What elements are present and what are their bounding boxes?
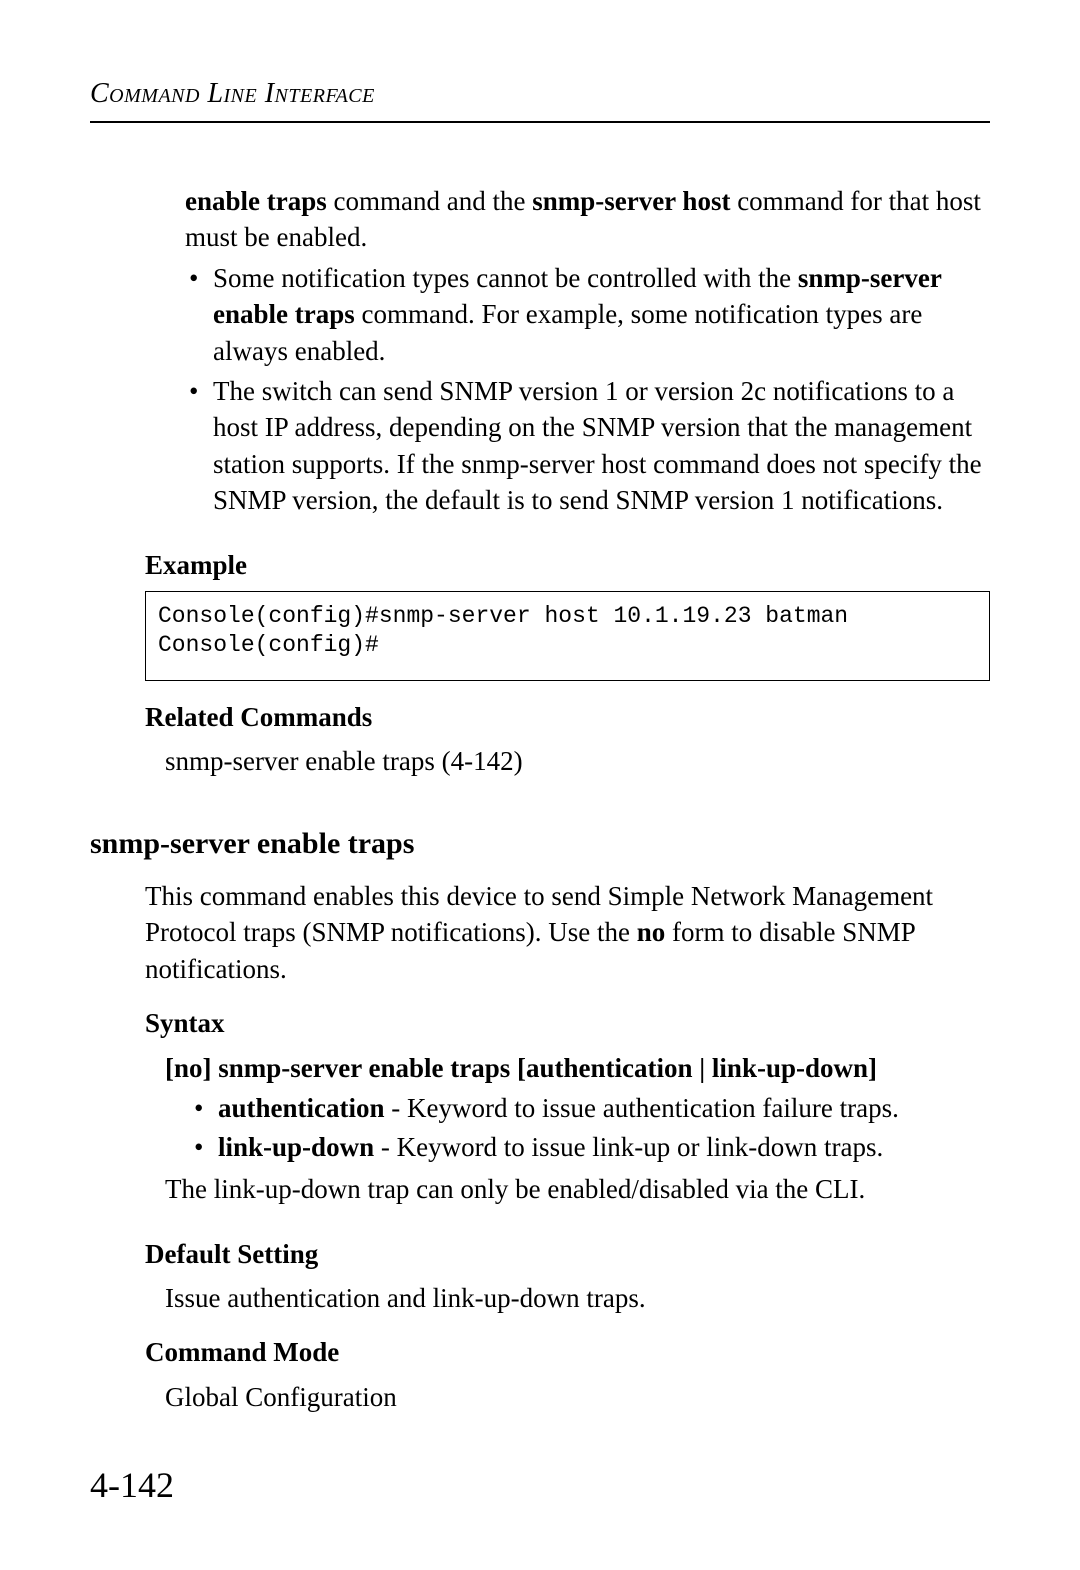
list-item: Some notification types cannot be contro… xyxy=(185,260,990,369)
page-number: 4-142 xyxy=(90,1461,174,1510)
bold-snmp-server-host: snmp-server host xyxy=(532,186,730,216)
syntax-note: The link-up-down trap can only be enable… xyxy=(165,1171,990,1207)
default-setting-text: Issue authentication and link-up-down tr… xyxy=(165,1280,990,1316)
bold-enable-traps: enable traps xyxy=(185,186,327,216)
command-mode-text: Global Configuration xyxy=(165,1379,990,1415)
body-block: enable traps command and the snmp-server… xyxy=(185,183,990,519)
list-item: The switch can send SNMP version 1 or ve… xyxy=(185,373,990,519)
continuation-paragraph: enable traps command and the snmp-server… xyxy=(185,183,990,256)
example-label: Example xyxy=(145,547,990,583)
text: - Keyword to issue link-up or link-down … xyxy=(374,1132,883,1162)
bold-no: no xyxy=(637,917,666,947)
text: - Keyword to issue authentication failur… xyxy=(385,1093,899,1123)
list-item: authentication - Keyword to issue authen… xyxy=(190,1090,990,1126)
text: The switch can send SNMP version 1 or ve… xyxy=(213,376,982,515)
syntax-line: [no] snmp-server enable traps [authentic… xyxy=(165,1050,990,1086)
description-paragraph: This command enables this device to send… xyxy=(145,878,990,987)
syntax-label: Syntax xyxy=(145,1005,990,1041)
page-header: Command Line Interface xyxy=(90,75,990,123)
section-heading: snmp-server enable traps xyxy=(90,824,990,865)
command-mode-label: Command Mode xyxy=(145,1334,990,1370)
syntax-bullet-list: authentication - Keyword to issue authen… xyxy=(190,1090,990,1165)
code-example: Console(config)#snmp-server host 10.1.19… xyxy=(145,591,990,681)
related-commands-text: snmp-server enable traps (4-142) xyxy=(165,743,990,779)
related-commands-label: Related Commands xyxy=(145,699,990,735)
text: command and the xyxy=(327,186,532,216)
bullet-list: Some notification types cannot be contro… xyxy=(185,260,990,519)
bold-link: link-up-down xyxy=(218,1132,374,1162)
default-setting-label: Default Setting xyxy=(145,1236,990,1272)
list-item: link-up-down - Keyword to issue link-up … xyxy=(190,1129,990,1165)
doc-page: Command Line Interface enable traps comm… xyxy=(0,0,1080,1570)
text: Some notification types cannot be contro… xyxy=(213,263,798,293)
bold-auth: authentication xyxy=(218,1093,385,1123)
